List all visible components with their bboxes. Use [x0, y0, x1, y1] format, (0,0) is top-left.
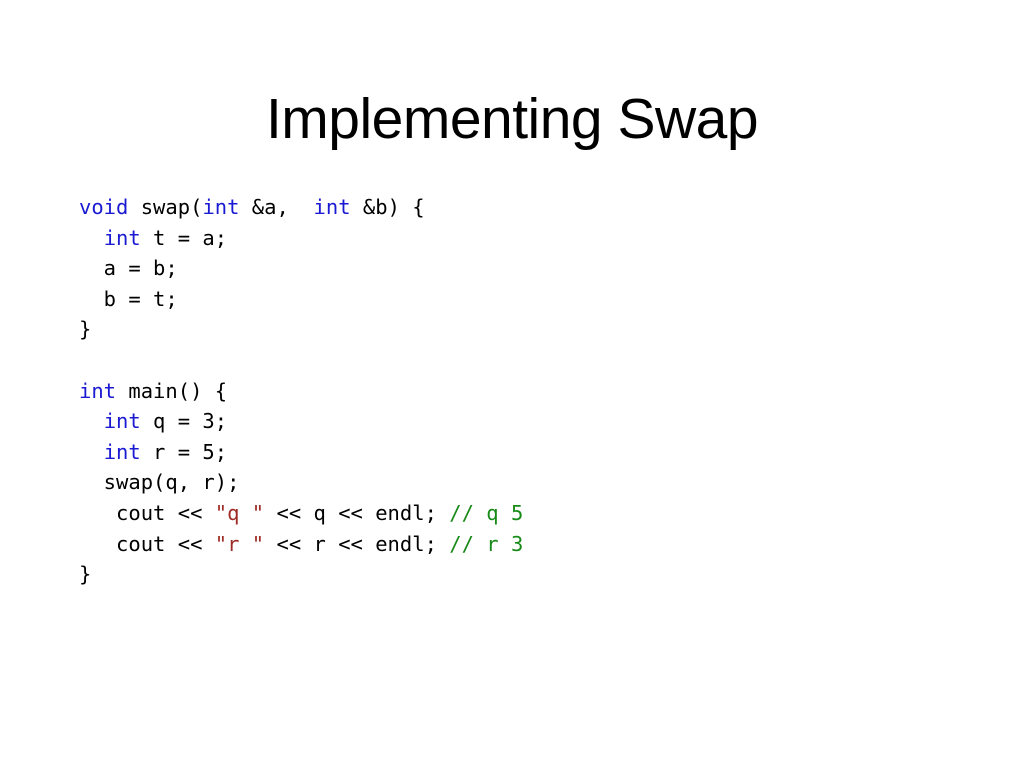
code-token-plain: }	[79, 317, 92, 342]
code-line: int t = a;	[79, 223, 523, 254]
slide: Implementing Swap void swap(int &a, int …	[0, 0, 1024, 768]
code-token-plain: swap(	[128, 195, 203, 219]
code-line: int r = 5;	[79, 437, 523, 468]
code-line: b = t;	[79, 284, 523, 315]
code-token-keyword: int	[103, 439, 141, 464]
code-token-plain: q = 3;	[140, 409, 228, 434]
code-token-plain: swap(q, r);	[79, 470, 240, 495]
code-token-plain: a = b;	[79, 256, 178, 281]
code-token-keyword: int	[202, 195, 240, 219]
code-token-comment: // q 5	[449, 500, 524, 525]
page-title: Implementing Swap	[265, 87, 759, 152]
code-token-plain: r = 5;	[140, 439, 228, 464]
code-token-keyword: int	[103, 409, 141, 434]
code-block: void swap(int &a, int &b) { int t = a; a…	[79, 192, 523, 590]
code-token-plain: &b) {	[350, 195, 425, 219]
code-line: a = b;	[79, 253, 523, 284]
code-line: void swap(int &a, int &b) {	[79, 192, 523, 223]
code-token-keyword: int	[79, 378, 117, 403]
code-token-plain: << q << endl;	[264, 500, 450, 525]
code-line: int main() {	[79, 376, 523, 407]
code-line: }	[79, 559, 523, 590]
code-token-plain: cout <<	[79, 531, 215, 556]
code-token-plain: &a,	[239, 195, 314, 219]
code-token-keyword: int	[103, 225, 141, 250]
code-line: swap(q, r);	[79, 467, 523, 498]
code-line: int q = 3;	[79, 406, 523, 437]
code-token-string: "q "	[214, 500, 265, 525]
code-token-comment: // r 3	[449, 531, 524, 556]
code-token-plain: t = a;	[140, 225, 228, 250]
code-line: cout << "q " << q << endl; // q 5	[79, 498, 523, 529]
code-line: cout << "r " << r << endl; // r 3	[79, 529, 523, 560]
code-token-keyword: void	[79, 195, 129, 219]
code-token-keyword: int	[313, 195, 351, 219]
code-token-plain: << r << endl;	[264, 531, 450, 556]
code-line: }	[79, 314, 523, 345]
code-token-plain: cout <<	[79, 500, 215, 525]
code-token-plain: }	[79, 562, 92, 587]
code-token-plain: b = t;	[79, 286, 178, 311]
code-token-string: "r "	[214, 531, 265, 556]
code-token-plain: main() {	[116, 378, 228, 403]
